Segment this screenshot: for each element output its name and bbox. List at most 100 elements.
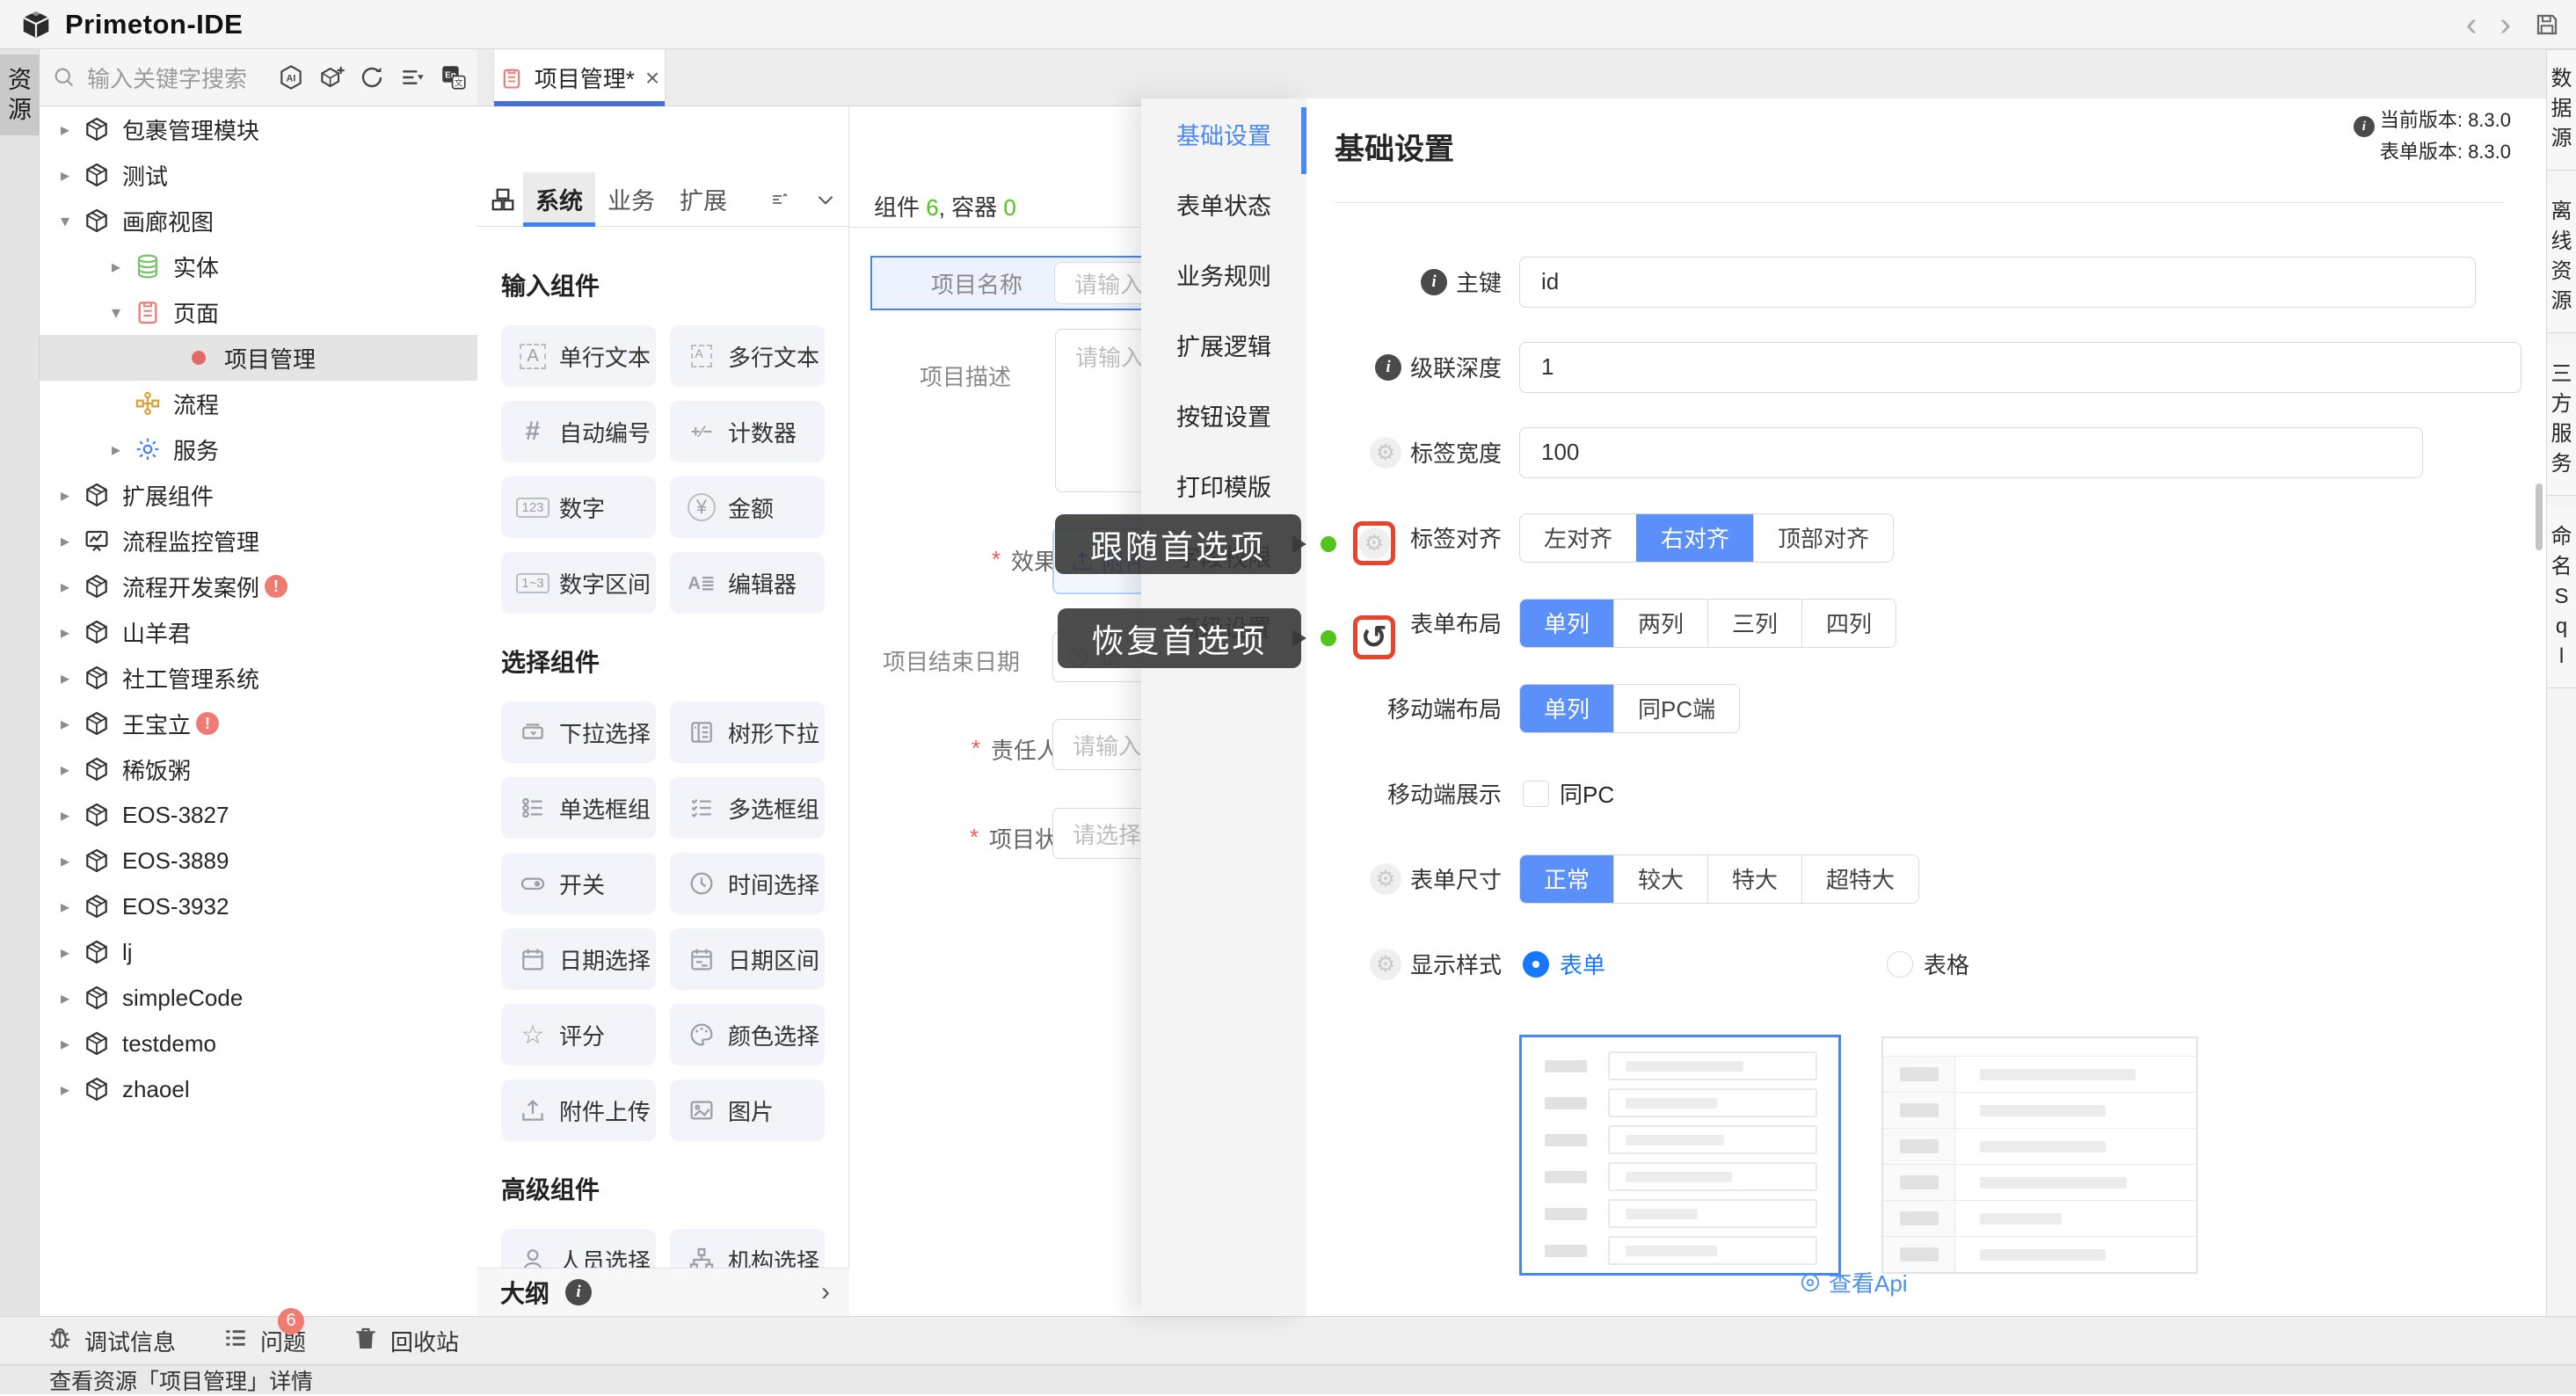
tree-item-流程[interactable]: 流程	[40, 381, 477, 426]
palette-item-开关[interactable]: 开关	[501, 853, 656, 914]
tree-expand-arrow[interactable]: ▸	[54, 164, 76, 186]
tree-item-包裹管理模块[interactable]: ▸包裹管理模块	[40, 106, 477, 152]
palette-item-树形下拉[interactable]: 树形下拉	[670, 702, 825, 763]
chevron-down-icon[interactable]	[814, 188, 837, 211]
palette-item-图片[interactable]: 图片	[670, 1080, 825, 1141]
segment-右对齐[interactable]: 右对齐	[1636, 514, 1753, 562]
tree-item-zhaoel[interactable]: ▸zhaoel	[40, 1066, 477, 1112]
translate-icon[interactable]: En文	[439, 62, 469, 92]
toolbar-问题[interactable]: 问题6	[222, 1324, 306, 1358]
tree-item-testdemo[interactable]: ▸testdemo	[40, 1021, 477, 1066]
tree-expand-arrow[interactable]: ▸	[54, 576, 76, 598]
highlight-undo-icon[interactable]: ↺	[1353, 615, 1395, 659]
dock-tab-离线资源[interactable]: 离线资源	[2547, 183, 2576, 333]
sort-list-icon[interactable]	[398, 63, 426, 91]
radio-option-表单[interactable]: 表单	[1523, 948, 1605, 980]
segment-左对齐[interactable]: 左对齐	[1520, 514, 1636, 562]
palette-item-人员选择[interactable]: 人员选择	[501, 1229, 656, 1268]
palette-item-日期选择[interactable]: 日期选择	[501, 928, 656, 990]
form-style-preview[interactable]	[1519, 1035, 1841, 1276]
ai-icon[interactable]: AI	[277, 63, 305, 91]
segment-特大[interactable]: 特大	[1707, 855, 1801, 903]
palette-item-多行文本[interactable]: A多行文本	[670, 325, 825, 387]
dock-tab-命名Sql[interactable]: 命名Sql	[2547, 508, 2576, 688]
tree-item-流程开发案例[interactable]: ▸流程开发案例!	[40, 563, 477, 609]
search-input[interactable]: 输入关键字搜索	[87, 62, 247, 94]
gear-icon[interactable]: ⚙	[1370, 437, 1401, 469]
palette-item-时间选择[interactable]: 时间选择	[670, 853, 825, 914]
tree-expand-arrow[interactable]: ▸	[54, 896, 76, 918]
palette-item-附件上传[interactable]: 附件上传	[501, 1080, 656, 1141]
palette-item-颜色选择[interactable]: 颜色选择	[670, 1004, 825, 1065]
toolbar-回收站[interactable]: 回收站	[352, 1324, 459, 1358]
tree-item-EOS-3827[interactable]: ▸EOS-3827	[40, 792, 477, 838]
tree-expand-arrow[interactable]: ▸	[105, 439, 127, 461]
gear-icon[interactable]: ⚙	[1370, 949, 1401, 980]
tree-item-流程监控管理[interactable]: ▸流程监控管理	[40, 518, 477, 563]
tree-expand-arrow[interactable]: ▸	[54, 119, 76, 141]
palette-item-单行文本[interactable]: A单行文本	[501, 325, 656, 387]
radio-icon[interactable]	[1523, 951, 1549, 978]
segment-超特大[interactable]: 超特大	[1801, 855, 1918, 903]
outline-footer[interactable]: 大纲 i ›	[477, 1268, 849, 1316]
settings-menu-业务规则[interactable]: 业务规则	[1141, 239, 1306, 309]
tree-expand-arrow[interactable]: ▸	[54, 713, 76, 735]
tree-item-王宝立[interactable]: ▸王宝立!	[40, 701, 477, 746]
palette-tab-业务[interactable]: 业务	[595, 172, 667, 227]
table-style-preview[interactable]	[1881, 1036, 2198, 1274]
tree-item-画廊视图[interactable]: ▾画廊视图	[40, 198, 477, 244]
tree-expand-arrow[interactable]: ▸	[54, 804, 76, 826]
tree-item-EOS-3889[interactable]: ▸EOS-3889	[40, 838, 477, 883]
tree-item-EOS-3932[interactable]: ▸EOS-3932	[40, 883, 477, 929]
toolbar-调试信息[interactable]: 调试信息	[46, 1324, 176, 1358]
tree-item-项目管理[interactable]: 项目管理	[40, 335, 477, 381]
rail-tab-resources[interactable]: 资源	[0, 55, 40, 135]
tree-expand-arrow[interactable]: ▸	[54, 759, 76, 781]
dock-tab-数据源[interactable]: 数据源	[2547, 49, 2576, 171]
tree-expand-arrow[interactable]: ▸	[54, 850, 76, 872]
palette-item-多选框组[interactable]: 多选框组	[670, 777, 825, 839]
tree-item-稀饭粥[interactable]: ▸稀饭粥	[40, 746, 477, 792]
settings-menu-打印模版[interactable]: 打印模版	[1141, 450, 1306, 520]
grid-view-icon[interactable]	[490, 186, 516, 213]
settings-input-标签宽度[interactable]: 100	[1519, 427, 2423, 478]
tree-expand-arrow[interactable]: ▸	[54, 530, 76, 552]
scrollbar-thumb[interactable]	[2536, 484, 2543, 550]
tree-expand-arrow[interactable]: ▸	[54, 484, 76, 506]
tree-item-社工管理系统[interactable]: ▸社工管理系统	[40, 655, 477, 701]
new-module-icon[interactable]	[317, 63, 346, 91]
tree-expand-arrow[interactable]: ▸	[54, 1033, 76, 1055]
segment-同PC端[interactable]: 同PC端	[1613, 685, 1739, 732]
segment-顶部对齐[interactable]: 顶部对齐	[1753, 514, 1893, 562]
save-icon[interactable]	[2534, 11, 2560, 38]
tree-expand-arrow[interactable]: ▸	[54, 1079, 76, 1101]
tree-item-simpleCode[interactable]: ▸simpleCode	[40, 975, 477, 1021]
segment-正常[interactable]: 正常	[1520, 855, 1613, 903]
tree-item-扩展组件[interactable]: ▸扩展组件	[40, 472, 477, 518]
tab-project-management[interactable]: 项目管理* ×	[493, 49, 666, 106]
palette-tab-系统[interactable]: 系统	[523, 172, 595, 227]
tree-expand-arrow[interactable]: ▸	[54, 987, 76, 1009]
settings-input-主键[interactable]: id	[1519, 257, 2476, 308]
segment-两列[interactable]: 两列	[1613, 600, 1707, 647]
palette-item-机构选择[interactable]: 机构选择	[670, 1229, 825, 1268]
settings-input-级联深度[interactable]: 1	[1519, 342, 2521, 393]
segment-单列[interactable]: 单列	[1520, 600, 1613, 647]
palette-item-编辑器[interactable]: A≣编辑器	[670, 552, 825, 614]
dock-tab-三方服务[interactable]: 三方服务	[2547, 345, 2576, 496]
palette-item-单选框组[interactable]: 单选框组	[501, 777, 656, 839]
tree-item-测试[interactable]: ▸测试	[40, 152, 477, 198]
palette-item-数字区间[interactable]: 1~3数字区间	[501, 552, 656, 614]
tree-expand-arrow[interactable]: ▸	[54, 622, 76, 643]
view-api-link[interactable]: 查看Api	[1799, 1266, 1908, 1298]
tree-item-lj[interactable]: ▸lj	[40, 929, 477, 975]
nav-back-icon[interactable]: ‹	[2466, 8, 2478, 41]
palette-item-下拉选择[interactable]: 下拉选择	[501, 702, 656, 763]
tree-collapse-arrow[interactable]: ▾	[54, 210, 76, 232]
checkbox-同PC[interactable]	[1523, 781, 1549, 807]
palette-item-日期区间[interactable]: 日期区间	[670, 928, 825, 990]
settings-menu-按钮设置[interactable]: 按钮设置	[1141, 380, 1306, 450]
tree-item-页面[interactable]: ▾页面	[40, 289, 477, 335]
palette-item-数字[interactable]: 123数字	[501, 476, 656, 538]
highlight-gear-icon[interactable]: ⚙	[1353, 521, 1395, 565]
